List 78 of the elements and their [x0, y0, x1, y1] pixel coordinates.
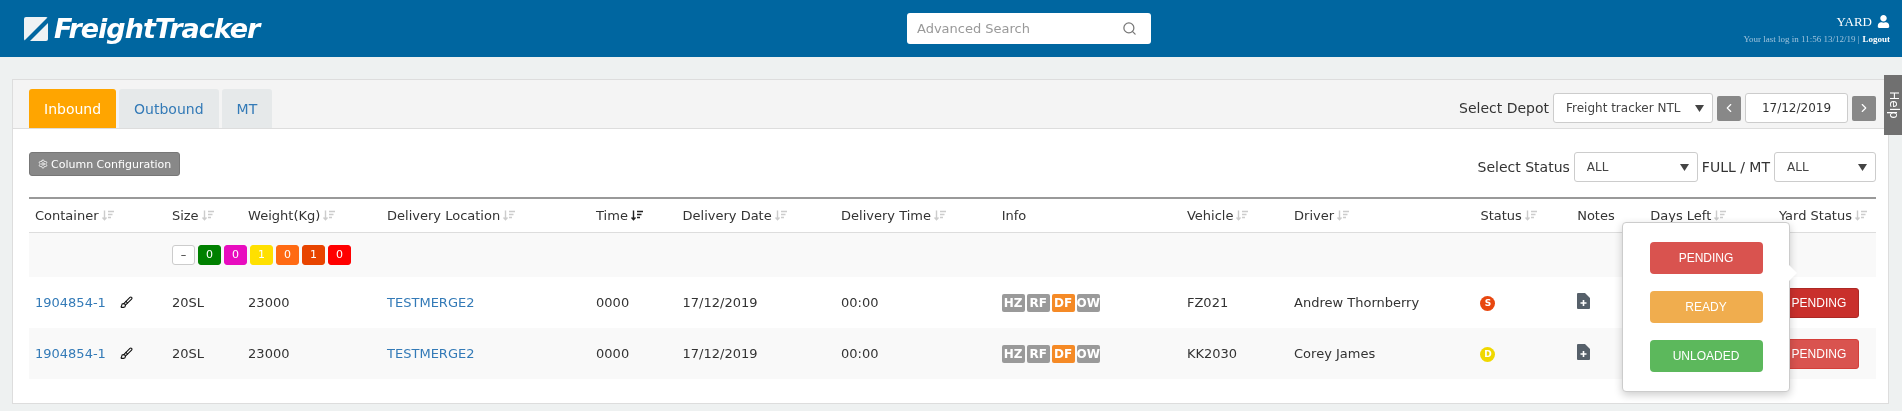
date-field[interactable]: 17/12/2019: [1745, 93, 1848, 123]
time-text: 0000: [596, 295, 630, 310]
column-header[interactable]: Delivery Location: [387, 207, 501, 223]
info-tag: HZ: [1001, 293, 1025, 312]
depot-label: Select Depot: [1459, 100, 1549, 116]
status-dot: S: [1480, 295, 1496, 311]
count-badge[interactable]: –: [171, 244, 195, 265]
user-name: YARD: [1836, 13, 1872, 30]
weight-text: 23000: [248, 295, 290, 310]
tab[interactable]: MT: [221, 89, 273, 128]
count-badge[interactable]: 0: [327, 244, 351, 265]
column-header[interactable]: Info: [1001, 207, 1027, 223]
caret-icon: [1679, 163, 1689, 171]
weight-text: 23000: [248, 346, 290, 361]
column-header[interactable]: Days Left: [1650, 207, 1712, 223]
vehicle-text: KK2030: [1187, 346, 1238, 361]
column-header[interactable]: Status: [1480, 207, 1522, 223]
sort-icon[interactable]: [630, 209, 643, 221]
vehicle-text: FZ021: [1187, 295, 1229, 310]
location-link[interactable]: TESTMERGE2: [387, 295, 475, 310]
info-tag: RF: [1026, 344, 1050, 363]
info-tag: DF: [1051, 344, 1075, 363]
count-badge[interactable]: 1: [301, 244, 325, 265]
add-note-icon[interactable]: [1577, 293, 1591, 309]
info-tag: RF: [1026, 293, 1050, 312]
column-header[interactable]: Delivery Time: [841, 207, 931, 223]
depot-select[interactable]: Freight tracker NTL: [1553, 93, 1713, 123]
delivery-time-text: 00:00: [841, 346, 879, 361]
column-header[interactable]: Size: [171, 207, 199, 223]
gear-icon: [38, 159, 48, 169]
column-configuration-button[interactable]: Column Configuration: [29, 152, 181, 176]
status-select[interactable]: ALL: [1573, 152, 1698, 182]
delivery-time-text: 00:00: [841, 295, 879, 310]
info-tag: OW: [1076, 293, 1100, 312]
search-field[interactable]: Advanced Search: [907, 13, 1151, 44]
last-login-text: Your last log in 11:56 13/12/19 |: [1743, 33, 1860, 44]
status-label: Select Status: [1477, 159, 1570, 175]
container-link[interactable]: 1904854-1: [35, 295, 106, 310]
user-icon[interactable]: [1877, 15, 1890, 28]
brush-icon[interactable]: [119, 296, 133, 309]
time-text: 0000: [596, 346, 630, 361]
count-badge[interactable]: 0: [223, 244, 247, 265]
help-tab[interactable]: Help: [1884, 75, 1902, 135]
add-note-icon[interactable]: [1577, 344, 1591, 360]
driver-text: Corey James: [1294, 346, 1376, 361]
caret-icon: [1695, 104, 1704, 112]
column-header[interactable]: Notes: [1577, 207, 1615, 223]
column-header[interactable]: Time: [596, 207, 628, 223]
brush-icon[interactable]: [119, 347, 133, 360]
status-option-button[interactable]: PENDING: [1649, 242, 1763, 274]
container-link[interactable]: 1904854-1: [35, 346, 106, 361]
status-dot: D: [1480, 346, 1496, 362]
count-badge[interactable]: 0: [197, 244, 221, 265]
previous-button[interactable]: [1717, 95, 1741, 121]
info-tag: OW: [1076, 344, 1100, 363]
location-link[interactable]: TESTMERGE2: [387, 346, 475, 361]
size-text: 20SL: [171, 295, 204, 310]
full-mt-select[interactable]: ALL: [1774, 152, 1876, 182]
delivery-date-text: 17/12/2019: [682, 295, 758, 310]
full-mt-label: FULL / MT: [1701, 159, 1770, 175]
logo-text: FreightTracker: [54, 13, 260, 44]
info-tag: DF: [1051, 293, 1075, 312]
size-text: 20SL: [171, 346, 204, 361]
column-header[interactable]: Weight(Kg): [248, 207, 321, 223]
next-button[interactable]: [1852, 95, 1876, 121]
column-header[interactable]: Delivery Date: [682, 207, 772, 223]
logo-icon: [24, 16, 48, 41]
column-header[interactable]: Container: [35, 207, 99, 223]
logout-link[interactable]: Logout: [1862, 33, 1890, 44]
driver-text: Andrew Thornberry: [1294, 295, 1420, 310]
caret-icon: [1858, 163, 1867, 171]
column-header[interactable]: Yard Status: [1778, 207, 1852, 223]
tab[interactable]: Outbound: [119, 89, 219, 128]
column-header[interactable]: Vehicle: [1187, 207, 1234, 223]
column-header[interactable]: Driver: [1294, 207, 1335, 223]
info-tag: HZ: [1001, 344, 1025, 363]
delivery-date-text: 17/12/2019: [682, 346, 758, 361]
search-icon[interactable]: [1122, 21, 1137, 36]
